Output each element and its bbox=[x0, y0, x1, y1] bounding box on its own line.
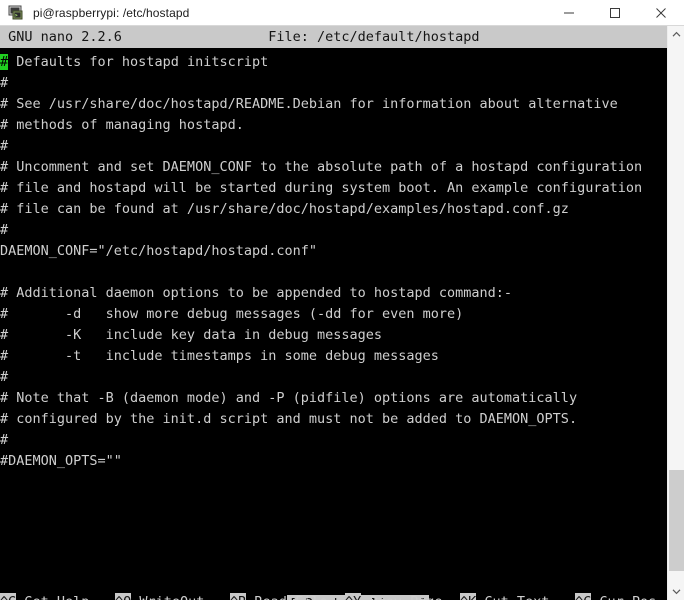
nano-title-bar: GNU nano 2.2.6 File: /etc/default/hostap… bbox=[0, 26, 667, 48]
minimize-button[interactable] bbox=[546, 0, 592, 25]
maximize-icon bbox=[610, 7, 620, 18]
shortcut-label: Prev Page bbox=[361, 592, 442, 600]
shortcut-cut-text[interactable]: ^K Cut Text bbox=[460, 592, 563, 600]
shortcut-label: Cut Text bbox=[476, 592, 549, 600]
editor-line: # Additional daemon options to be append… bbox=[0, 285, 513, 301]
shortcut-get-help[interactable]: ^G Get Help bbox=[0, 592, 103, 600]
shortcut-label: WriteOut bbox=[131, 592, 204, 600]
shortcut-cur-pos[interactable]: ^C Cur Pos bbox=[575, 592, 667, 600]
window-titlebar[interactable]: pi@raspberrypi: /etc/hostapd bbox=[0, 0, 684, 26]
shortcut-key: ^G bbox=[0, 593, 17, 600]
editor-line: # Note that -B (daemon mode) and -P (pid… bbox=[0, 390, 578, 406]
editor-line: # file can be found at /usr/share/doc/ho… bbox=[0, 201, 569, 217]
editor-line: # -K include key data in debug messages bbox=[0, 327, 383, 343]
scroll-up-button[interactable] bbox=[668, 26, 684, 43]
editor-line: # configured by the init.d script and mu… bbox=[0, 411, 578, 427]
editor-line: # bbox=[0, 75, 9, 91]
shortcut-key: ^C bbox=[575, 593, 592, 600]
scroll-down-button[interactable] bbox=[668, 583, 684, 600]
shortcut-key: ^K bbox=[460, 593, 477, 600]
putty-terminal-icon bbox=[8, 4, 26, 22]
editor-line: # Defaults for hostapd initscript bbox=[0, 54, 269, 70]
editor-line: # bbox=[0, 432, 9, 448]
shortcut-read-file[interactable]: ^R Read File bbox=[230, 592, 333, 600]
window-title: pi@raspberrypi: /etc/hostapd bbox=[33, 5, 190, 20]
editor-line: #DAEMON_OPTS="" bbox=[0, 453, 122, 469]
shortcut-prev-page[interactable]: ^Y Prev Page bbox=[345, 592, 448, 600]
scrollbar-thumb[interactable] bbox=[669, 470, 684, 571]
editor-line: # bbox=[0, 369, 9, 385]
shortcut-label: Get Help bbox=[16, 592, 89, 600]
text-cursor: # bbox=[0, 54, 9, 70]
editor-line: # See /usr/share/doc/hostapd/README.Debi… bbox=[0, 96, 618, 112]
shortcut-key: ^O bbox=[115, 593, 132, 600]
editor-line: # file and hostapd will be started durin… bbox=[0, 180, 643, 196]
shortcut-writeout[interactable]: ^O WriteOut bbox=[115, 592, 218, 600]
editor-line: # bbox=[0, 222, 9, 238]
editor-line: # -d show more debug messages (-dd for e… bbox=[0, 306, 464, 322]
chevron-up-icon bbox=[672, 31, 680, 37]
editor-line: # Uncomment and set DAEMON_CONF to the a… bbox=[0, 159, 643, 175]
nano-status-line: [ Read 20 lines ] bbox=[0, 573, 667, 600]
shortcut-label: Cur Pos bbox=[591, 592, 656, 600]
vertical-scrollbar[interactable] bbox=[667, 26, 684, 600]
editor-line: DAEMON_CONF="/etc/hostapd/hostapd.conf" bbox=[0, 243, 317, 259]
shortcut-key: ^Y bbox=[345, 593, 362, 600]
chevron-down-icon bbox=[672, 589, 680, 595]
nano-editor-area[interactable]: # Defaults for hostapd initscript # # See … bbox=[0, 52, 667, 552]
nano-shortcut-bar: ^G Get Help ^O WriteOut ^R Read File ^Y Pre… bbox=[0, 592, 667, 600]
close-button[interactable] bbox=[638, 0, 684, 25]
terminal-screen[interactable]: GNU nano 2.2.6 File: /etc/default/hostap… bbox=[0, 26, 667, 600]
editor-line: # bbox=[0, 138, 9, 154]
minimize-icon bbox=[564, 12, 574, 13]
editor-line: # -t include timestamps in some debug me… bbox=[0, 348, 439, 364]
maximize-button[interactable] bbox=[592, 0, 638, 25]
close-icon bbox=[656, 7, 666, 18]
shortcut-row-primary: ^G Get Help ^O WriteOut ^R Read File ^Y Pre… bbox=[0, 592, 667, 600]
shortcut-label: Read File bbox=[246, 592, 327, 600]
shortcut-key: ^R bbox=[230, 593, 247, 600]
putty-terminal-window: pi@raspberrypi: /etc/hostapd GNU nano 2.… bbox=[0, 0, 684, 600]
editor-line: # methods of managing hostapd. bbox=[0, 117, 244, 133]
